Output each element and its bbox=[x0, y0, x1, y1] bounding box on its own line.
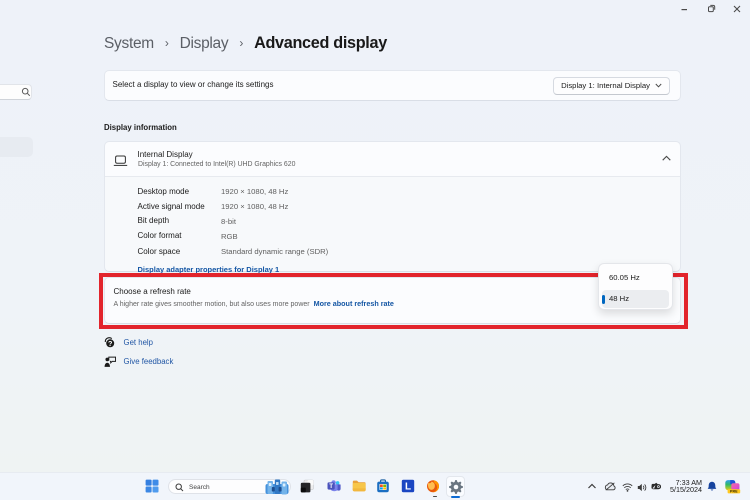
svg-text:L: L bbox=[405, 482, 411, 493]
svg-text:PRE: PRE bbox=[730, 490, 738, 494]
svg-text:T: T bbox=[329, 483, 333, 490]
svg-text:?: ? bbox=[108, 339, 112, 348]
